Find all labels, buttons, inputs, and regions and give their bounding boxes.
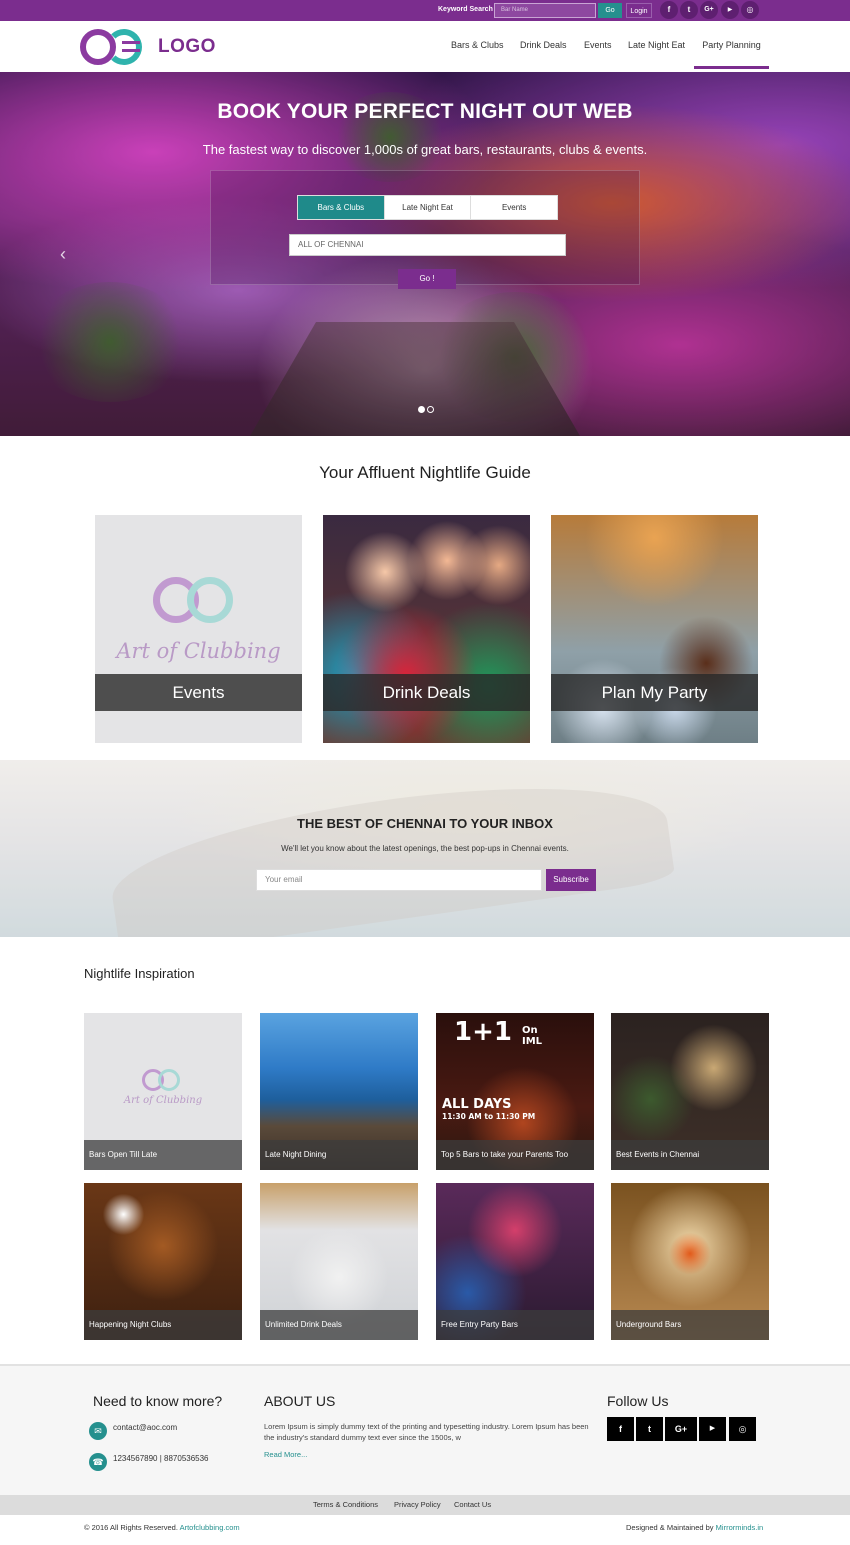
envelope-icon: ✉ bbox=[89, 1422, 107, 1440]
hero-go-button[interactable]: Go ! bbox=[398, 269, 456, 289]
logo-text: LOGO bbox=[158, 36, 216, 57]
inspiration-card-free-entry-party-bars[interactable]: Free Entry Party Bars bbox=[436, 1183, 594, 1340]
copyright-text: © 2016 All Rights Reserved. bbox=[84, 1523, 178, 1532]
newsletter-title: THE BEST OF CHENNAI TO YOUR INBOX bbox=[297, 816, 553, 831]
about-text: Lorem Ipsum is simply dummy text of the … bbox=[264, 1422, 589, 1442]
inspiration-title: Nightlife Inspiration bbox=[84, 966, 195, 981]
subscribe-button[interactable]: Subscribe bbox=[546, 869, 596, 891]
nav-drink-deals[interactable]: Drink Deals bbox=[520, 21, 567, 69]
inspiration-card-top-5-bars[interactable]: 1+1 On IML ALL DAYS 11:30 AM to 11:30 PM… bbox=[436, 1013, 594, 1170]
footer-links-bar: Terms & Conditions Privacy Policy Contac… bbox=[0, 1495, 850, 1515]
inspiration-card-bars-open-till-late[interactable]: Art of Clubbing Bars Open Till Late bbox=[84, 1013, 242, 1170]
login-button[interactable]: Login bbox=[626, 3, 652, 18]
art-of-clubbing-logo-icon bbox=[142, 1069, 186, 1093]
nav-events[interactable]: Events bbox=[584, 21, 612, 69]
tab-late-night-eat[interactable]: Late Night Eat bbox=[385, 196, 472, 219]
site-logo[interactable]: LOGO bbox=[78, 27, 216, 67]
inspiration-card-caption: Free Entry Party Bars bbox=[436, 1310, 594, 1340]
promo-days-text: ALL DAYS bbox=[442, 1097, 512, 1112]
inspiration-card-caption: Bars Open Till Late bbox=[84, 1140, 242, 1170]
copyright: © 2016 All Rights Reserved. Artofclubbin… bbox=[84, 1523, 240, 1532]
twitter-icon[interactable]: t bbox=[680, 1, 698, 19]
hero-title: BOOK YOUR PERFECT NIGHT OUT WEB bbox=[217, 100, 633, 123]
site-footer: Need to know more? ✉ contact@aoc.com ☎ 1… bbox=[0, 1364, 850, 1495]
inspiration-card-late-night-dining[interactable]: Late Night Dining bbox=[260, 1013, 418, 1170]
chevron-left-icon[interactable]: ‹ bbox=[60, 244, 66, 265]
inspiration-card-caption: Happening Night Clubs bbox=[84, 1310, 242, 1340]
guide-card-plan-my-party[interactable]: Plan My Party bbox=[551, 515, 758, 743]
guide-card-events[interactable]: Art of Clubbing Events bbox=[95, 515, 302, 743]
logo-ring-icon bbox=[106, 29, 142, 65]
terms-link[interactable]: Terms & Conditions bbox=[313, 1500, 378, 1509]
tab-events[interactable]: Events bbox=[471, 196, 557, 219]
youtube-icon[interactable]: ▶ bbox=[699, 1417, 726, 1441]
top-bar: Keyword Search Bar Name Go Login f t G+ … bbox=[0, 0, 850, 21]
instagram-icon[interactable]: ◎ bbox=[729, 1417, 756, 1441]
slide-dot-active[interactable] bbox=[418, 406, 425, 413]
logo-stripe bbox=[122, 41, 140, 44]
google-plus-icon[interactable]: G+ bbox=[700, 1, 718, 19]
copyright-site-link[interactable]: Artofclubbing.com bbox=[180, 1523, 240, 1532]
designed-by-text: Designed & Maintained by bbox=[626, 1523, 714, 1532]
search-go-button[interactable]: Go bbox=[598, 3, 622, 18]
contact-us-link[interactable]: Contact Us bbox=[454, 1500, 491, 1509]
facebook-icon[interactable]: f bbox=[607, 1417, 634, 1441]
read-more-link[interactable]: Read More... bbox=[264, 1450, 307, 1459]
hero-banner: BOOK YOUR PERFECT NIGHT OUT WEB The fast… bbox=[0, 72, 850, 436]
newsletter-subtitle: We'll let you know about the latest open… bbox=[281, 844, 569, 853]
logo-stripe bbox=[122, 49, 140, 52]
art-of-clubbing-logo-icon bbox=[153, 577, 243, 627]
privacy-link[interactable]: Privacy Policy bbox=[394, 1500, 441, 1509]
promo-on-text: On bbox=[522, 1025, 538, 1036]
google-plus-icon[interactable]: G+ bbox=[665, 1417, 697, 1441]
twitter-icon[interactable]: t bbox=[636, 1417, 663, 1441]
inspiration-card-caption: Late Night Dining bbox=[260, 1140, 418, 1170]
inspiration-card-caption: Unlimited Drink Deals bbox=[260, 1310, 418, 1340]
guide-card-caption: Plan My Party bbox=[551, 674, 758, 711]
inspiration-card-best-events[interactable]: Best Events in Chennai bbox=[611, 1013, 769, 1170]
nav-bars-clubs[interactable]: Bars & Clubs bbox=[451, 21, 504, 69]
search-tabs: Bars & Clubs Late Night Eat Events bbox=[297, 195, 558, 220]
promo-iml-text: IML bbox=[522, 1036, 543, 1047]
promo-time-text: 11:30 AM to 11:30 PM bbox=[442, 1112, 536, 1121]
tab-bars-clubs[interactable]: Bars & Clubs bbox=[298, 196, 385, 219]
guide-card-caption: Events bbox=[95, 674, 302, 711]
inspiration-card-unlimited-drink-deals[interactable]: Unlimited Drink Deals bbox=[260, 1183, 418, 1340]
contact-email[interactable]: contact@aoc.com bbox=[113, 1423, 177, 1432]
guide-logo-script: Art of Clubbing bbox=[116, 639, 281, 663]
follow-title: Follow Us bbox=[607, 1393, 669, 1409]
promo-offer-text: 1+1 bbox=[454, 1017, 512, 1047]
location-input[interactable]: ALL OF CHENNAI bbox=[289, 234, 566, 256]
phone-icon: ☎ bbox=[89, 1453, 107, 1471]
hero-search-panel: Bars & Clubs Late Night Eat Events ALL O… bbox=[210, 170, 640, 289]
facebook-icon[interactable]: f bbox=[660, 1, 678, 19]
designed-by-link[interactable]: Mirrorminds.in bbox=[716, 1523, 764, 1532]
guide-title: Your Affluent Nightlife Guide bbox=[319, 463, 531, 482]
keyword-search-label: Keyword Search bbox=[438, 6, 493, 13]
site-header: LOGO Bars & Clubs Drink Deals Events Lat… bbox=[0, 21, 850, 72]
bar-name-search-input[interactable]: Bar Name bbox=[494, 3, 596, 18]
nav-late-night-eat[interactable]: Late Night Eat bbox=[628, 21, 685, 69]
inspiration-card-caption: Underground Bars bbox=[611, 1310, 769, 1340]
hero-subtitle: The fastest way to discover 1,000s of gr… bbox=[202, 142, 648, 157]
inspiration-card-caption: Top 5 Bars to take your Parents Too bbox=[436, 1140, 594, 1170]
about-title: ABOUT US bbox=[264, 1393, 336, 1409]
guide-card-drink-deals[interactable]: Drink Deals bbox=[323, 515, 530, 743]
contact-title: Need to know more? bbox=[93, 1393, 223, 1409]
youtube-icon[interactable]: ▶ bbox=[721, 1, 739, 19]
newsletter-section: THE BEST OF CHENNAI TO YOUR INBOX We'll … bbox=[0, 760, 850, 937]
guide-card-caption: Drink Deals bbox=[323, 674, 530, 711]
inspiration-card-caption: Best Events in Chennai bbox=[611, 1140, 769, 1170]
inspiration-card-happening-night-clubs[interactable]: Happening Night Clubs bbox=[84, 1183, 242, 1340]
email-field[interactable]: Your email bbox=[256, 869, 542, 891]
inspiration-logo-script: Art of Clubbing bbox=[123, 1095, 203, 1106]
instagram-icon[interactable]: ◎ bbox=[741, 1, 759, 19]
slide-dot[interactable] bbox=[427, 406, 434, 413]
inspiration-card-underground-bars[interactable]: Underground Bars bbox=[611, 1183, 769, 1340]
designed-by: Designed & Maintained by Mirrorminds.in bbox=[626, 1523, 763, 1532]
nav-party-planning[interactable]: Party Planning bbox=[694, 21, 769, 69]
contact-phone: 1234567890 | 8870536536 bbox=[113, 1454, 209, 1463]
